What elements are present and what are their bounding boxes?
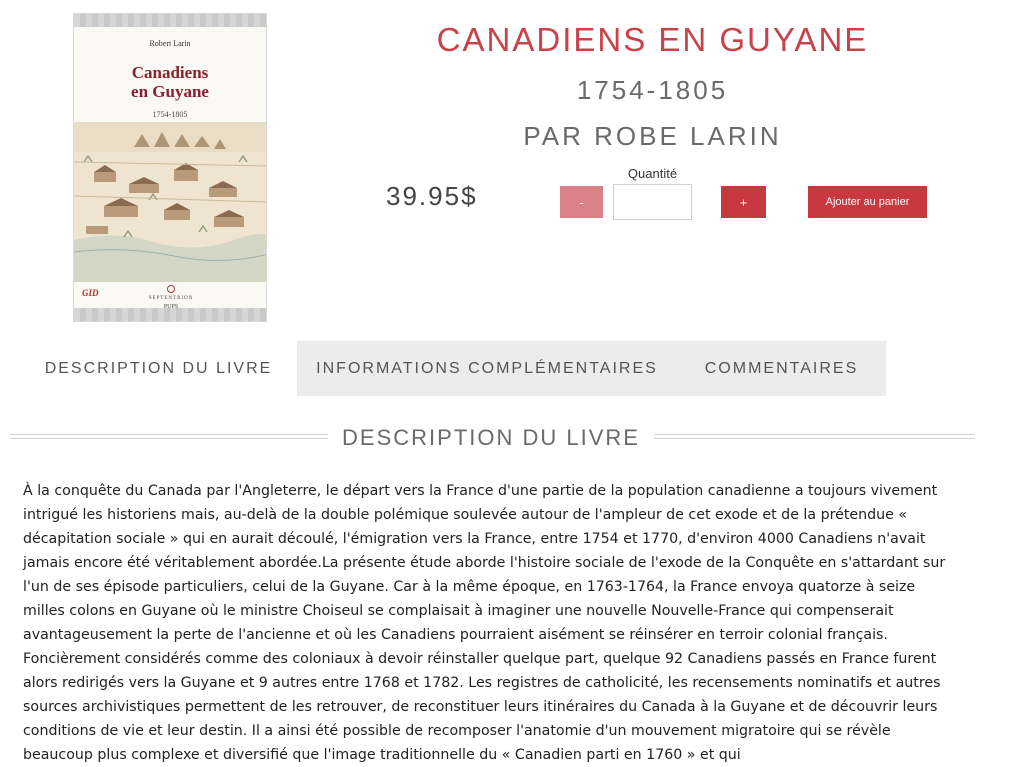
section-title: DESCRIPTION DU LIVRE [342,425,640,450]
cover-pattern-band [74,308,266,321]
quantity-decrease-button[interactable]: - [560,186,603,218]
cover-title-line1: Canadiens [131,63,209,82]
cover-title-line2: en Guyane [131,82,209,101]
cover-author: Robert Larin [149,39,191,48]
cover-illustration [74,122,266,282]
cover-pattern-band [74,14,266,27]
tab-comments[interactable]: COMMENTAIRES [677,341,886,396]
book-description: À la conquête du Canada par l'Angleterre… [23,483,946,763]
product-title: CANADIENS EN GUYANE [436,21,869,58]
product-dates: 1754-1805 [576,75,729,105]
book-cover-image: Robert Larin Canadiens en Guyane 1754-18… [73,13,267,322]
product-price: 39.95$ [386,181,478,211]
quantity-input[interactable] [613,184,692,220]
tab-description[interactable]: DESCRIPTION DU LIVRE [20,341,297,396]
quantity-label: Quantité [627,166,678,181]
cover-title: Canadiens en Guyane [74,63,266,101]
cover-dates: 1754-1805 [152,110,188,119]
publisher-logo-left: GID [82,288,99,298]
tab-additional-info[interactable]: INFORMATIONS COMPLÉMENTAIRES [297,341,677,396]
section-divider-right [654,434,975,439]
quantity-increase-button[interactable]: + [721,186,766,218]
add-to-cart-button[interactable]: Ajouter au panier [808,186,927,218]
section-divider-left [10,434,328,439]
publisher-seal-icon [167,285,175,293]
product-author: PAR ROBE LARIN [523,121,782,151]
cover-publisher: SEPTENTRION [148,296,194,301]
